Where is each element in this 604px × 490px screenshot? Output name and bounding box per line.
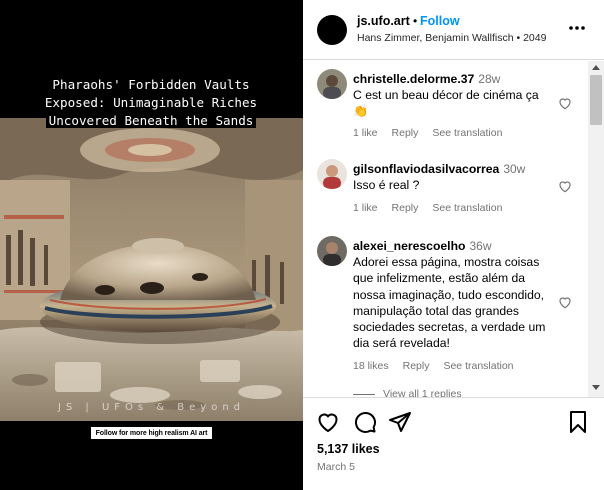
see-translation-button[interactable]: See translation [443,360,513,372]
share-icon[interactable] [388,410,412,434]
heart-icon[interactable] [316,410,340,434]
caption-line: Pharaohs' Forbidden Vaults [49,77,253,92]
commenter-avatar[interactable] [317,159,347,189]
see-translation-button[interactable]: See translation [432,202,502,214]
like-comment-heart-icon[interactable] [557,294,573,310]
comment-time[interactable]: 28w [478,72,500,86]
comment-meta: 1 like Reply See translation [353,127,516,139]
bookmark-icon[interactable] [566,410,590,434]
reply-button[interactable]: Reply [392,202,419,214]
follow-button[interactable]: Follow [420,14,460,28]
comment-text: C est un beau décor de cinéma ça 👏 [353,88,539,119]
comment-meta: 18 likes Reply See translation [353,360,528,372]
comment-text: Adorei essa página, mostra coisas que in… [353,255,546,351]
image-caption: Pharaohs' Forbidden Vaults Exposed: Unim… [18,76,284,130]
post-actions: 5,137 likes March 5 [303,397,604,490]
follow-tag: Follow for more high realism AI art [91,427,212,439]
comment-list[interactable]: christelle.delorme.37 28w C est un beau d… [303,61,588,397]
commenter-username[interactable]: gilsonflaviodasilvacorrea [353,162,499,176]
view-replies-button[interactable]: View all 1 replies [353,388,462,397]
more-horizontal-icon[interactable] [567,18,587,38]
post-panel: js.ufo.art • Follow Hans Zimmer, Benjami… [303,0,604,490]
scroll-up-arrow-icon[interactable] [592,65,600,70]
commenter-avatar[interactable] [317,236,347,266]
caption-line: Uncovered Beneath the Sands [45,113,257,128]
comment-likes[interactable]: 1 like [353,127,378,139]
comment-text: Isso é real ? [353,178,420,193]
comment-icon[interactable] [353,410,377,434]
see-translation-button[interactable]: See translation [432,127,502,139]
post-header: js.ufo.art • Follow Hans Zimmer, Benjami… [303,0,604,60]
post-date[interactable]: March 5 [317,461,355,473]
reply-button[interactable]: Reply [392,127,419,139]
author-username[interactable]: js.ufo.art [357,14,410,28]
comment-time[interactable]: 30w [503,162,525,176]
comment-likes[interactable]: 1 like [353,202,378,214]
commenter-username[interactable]: christelle.delorme.37 [353,72,474,86]
post-media[interactable]: Pharaohs' Forbidden Vaults Exposed: Unim… [0,0,303,490]
comment-meta: 1 like Reply See translation [353,202,516,214]
post-image [0,118,303,490]
like-comment-heart-icon[interactable] [557,95,573,111]
like-count[interactable]: 5,137 likes [317,442,380,456]
commenter-username[interactable]: alexei_nerescoelho [353,239,465,253]
like-comment-heart-icon[interactable] [557,178,573,194]
comment-time[interactable]: 36w [469,239,491,253]
comments-scrollbar[interactable] [588,61,604,397]
audio-track[interactable]: Hans Zimmer, Benjamin Wallfisch • 2049 [357,32,546,44]
image-watermark: JS | UFOs & Beyond [57,402,246,413]
reply-button[interactable]: Reply [403,360,430,372]
comment-likes[interactable]: 18 likes [353,360,389,372]
author-avatar[interactable] [317,15,347,45]
commenter-avatar[interactable] [317,69,347,99]
separator-dot: • [413,14,418,28]
scroll-thumb[interactable] [590,75,602,125]
caption-line: Exposed: Unimaginable Riches [41,95,261,110]
scroll-down-arrow-icon[interactable] [592,385,600,390]
